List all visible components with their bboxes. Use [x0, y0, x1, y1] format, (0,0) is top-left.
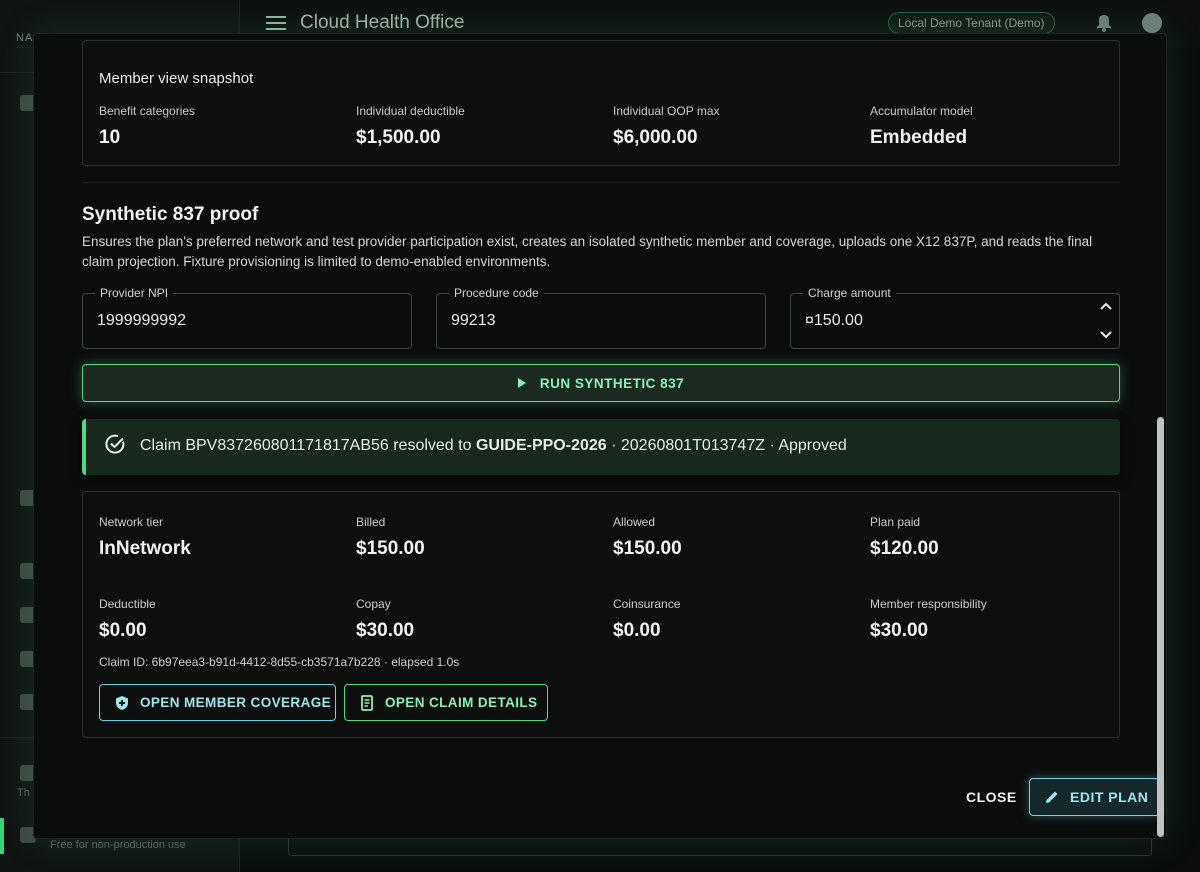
stat-copay: Copay $30.00 — [356, 597, 414, 642]
stat-accumulator-model: Accumulator model Embedded — [870, 104, 973, 149]
provider-npi-field[interactable]: Provider NPI — [82, 286, 412, 349]
stat-label: Individual OOP max — [613, 104, 720, 118]
check-circle-icon — [105, 434, 125, 454]
stat-label: Network tier — [99, 515, 164, 529]
nav-label: NA — [16, 32, 34, 44]
field-label: Provider NPI — [95, 286, 174, 300]
sidebar-footer-note: Free for non-production use — [50, 839, 186, 851]
stat-label: Billed — [356, 515, 386, 529]
stat-value: InNetwork — [99, 538, 191, 559]
bell-icon[interactable] — [1096, 14, 1112, 32]
run-synthetic-837-button[interactable]: RUN SYNTHETIC 837 — [82, 364, 1120, 402]
stat-label: Copay — [356, 597, 391, 611]
stat-network-tier: Network tier InNetwork — [99, 515, 191, 560]
chevron-up-icon[interactable] — [1099, 300, 1113, 314]
tenant-chip[interactable]: Local Demo Tenant (Demo) — [888, 12, 1055, 34]
stat-label: Accumulator model — [870, 104, 973, 118]
account-icon[interactable] — [1142, 13, 1162, 33]
stat-individual-oop-max: Individual OOP max $6,000.00 — [613, 104, 720, 149]
charge-amount-input[interactable] — [805, 312, 1085, 330]
claim-id-text: Claim ID: 6b97eea3-b91d-4412-8d55-cb3571… — [99, 655, 460, 669]
stat-value: $30.00 — [356, 620, 415, 641]
stat-label: Benefit categories — [99, 104, 196, 118]
procedure-code-field[interactable]: Procedure code — [436, 286, 766, 349]
sidebar-theme-label: Th — [17, 787, 30, 799]
stat-value: $150.00 — [613, 538, 682, 559]
stat-value: $6,000.00 — [613, 127, 698, 148]
stat-value: $120.00 — [870, 538, 939, 559]
stat-value: $0.00 — [613, 620, 661, 641]
play-icon — [517, 378, 526, 388]
chevron-down-icon[interactable] — [1099, 327, 1113, 341]
shield-plus-icon — [116, 695, 128, 710]
edit-plan-button[interactable]: EDIT PLAN — [1029, 778, 1160, 816]
stat-label: Member responsibility — [870, 597, 987, 611]
app-title: Cloud Health Office — [300, 12, 465, 33]
pencil-icon — [1046, 791, 1058, 803]
stat-benefit-categories: Benefit categories 10 — [99, 104, 195, 149]
stat-billed: Billed $150.00 — [356, 515, 425, 560]
field-label: Procedure code — [449, 286, 544, 300]
provider-npi-input[interactable] — [97, 312, 377, 330]
stat-value: $150.00 — [356, 538, 425, 559]
section-divider — [82, 182, 1120, 183]
background-field — [288, 838, 1152, 856]
field-label: Charge amount — [803, 286, 896, 300]
stat-plan-paid: Plan paid $120.00 — [870, 515, 939, 560]
member-snapshot-card: Member view snapshot Benefit categories … — [82, 40, 1120, 166]
stat-value: Embedded — [870, 127, 968, 148]
receipt-icon — [361, 694, 373, 711]
sidebar-accent — [0, 818, 4, 854]
stat-label: Allowed — [613, 515, 656, 529]
stat-value: $1,500.00 — [356, 127, 441, 148]
charge-amount-field[interactable]: Charge amount — [790, 286, 1120, 349]
alert-prefix: Claim BPV837260801171817AB56 resolved to — [140, 437, 476, 454]
close-button[interactable]: CLOSE — [966, 789, 1017, 805]
stat-label: Coinsurance — [613, 597, 681, 611]
stat-label: Plan paid — [870, 515, 921, 529]
stat-coinsurance: Coinsurance $0.00 — [613, 597, 680, 642]
plan-dialog: Member view snapshot Benefit categories … — [33, 33, 1167, 839]
stat-allowed: Allowed $150.00 — [613, 515, 682, 560]
procedure-code-input[interactable] — [451, 312, 731, 330]
open-member-coverage-button[interactable]: OPEN MEMBER COVERAGE — [99, 684, 336, 721]
open-claim-label: OPEN CLAIM DETAILS — [385, 695, 538, 710]
stat-label: Deductible — [99, 597, 156, 611]
alert-suffix: · 20260801T013747Z · Approved — [606, 437, 847, 454]
claim-result-card: Network tier InNetwork Billed $150.00 Al… — [82, 491, 1120, 738]
stat-value: 10 — [99, 127, 121, 148]
snapshot-heading: Member view snapshot — [99, 70, 254, 87]
dialog-scrollbar[interactable] — [1157, 417, 1164, 837]
alert-plan: GUIDE-PPO-2026 — [475, 437, 607, 454]
stat-value: $0.00 — [99, 620, 147, 641]
stat-deductible: Deductible $0.00 — [99, 597, 156, 642]
stat-value: $30.00 — [870, 620, 929, 641]
proof-description: Ensures the plan's preferred network and… — [82, 234, 1093, 269]
run-button-label: RUN SYNTHETIC 837 — [539, 375, 685, 391]
proof-title: Synthetic 837 proof — [82, 204, 259, 225]
stat-individual-deductible: Individual deductible $1,500.00 — [356, 104, 465, 149]
success-alert: Claim BPV837260801171817AB56 resolved to… — [82, 419, 1120, 475]
menu-icon[interactable] — [266, 16, 286, 30]
open-coverage-label: OPEN MEMBER COVERAGE — [140, 695, 332, 710]
edit-plan-label: EDIT PLAN — [1070, 789, 1149, 805]
alert-message: Claim BPV837260801171817AB56 resolved to… — [140, 437, 847, 455]
stat-member-responsibility: Member responsibility $30.00 — [870, 597, 987, 642]
stat-label: Individual deductible — [356, 104, 465, 118]
open-claim-details-button[interactable]: OPEN CLAIM DETAILS — [344, 684, 548, 721]
